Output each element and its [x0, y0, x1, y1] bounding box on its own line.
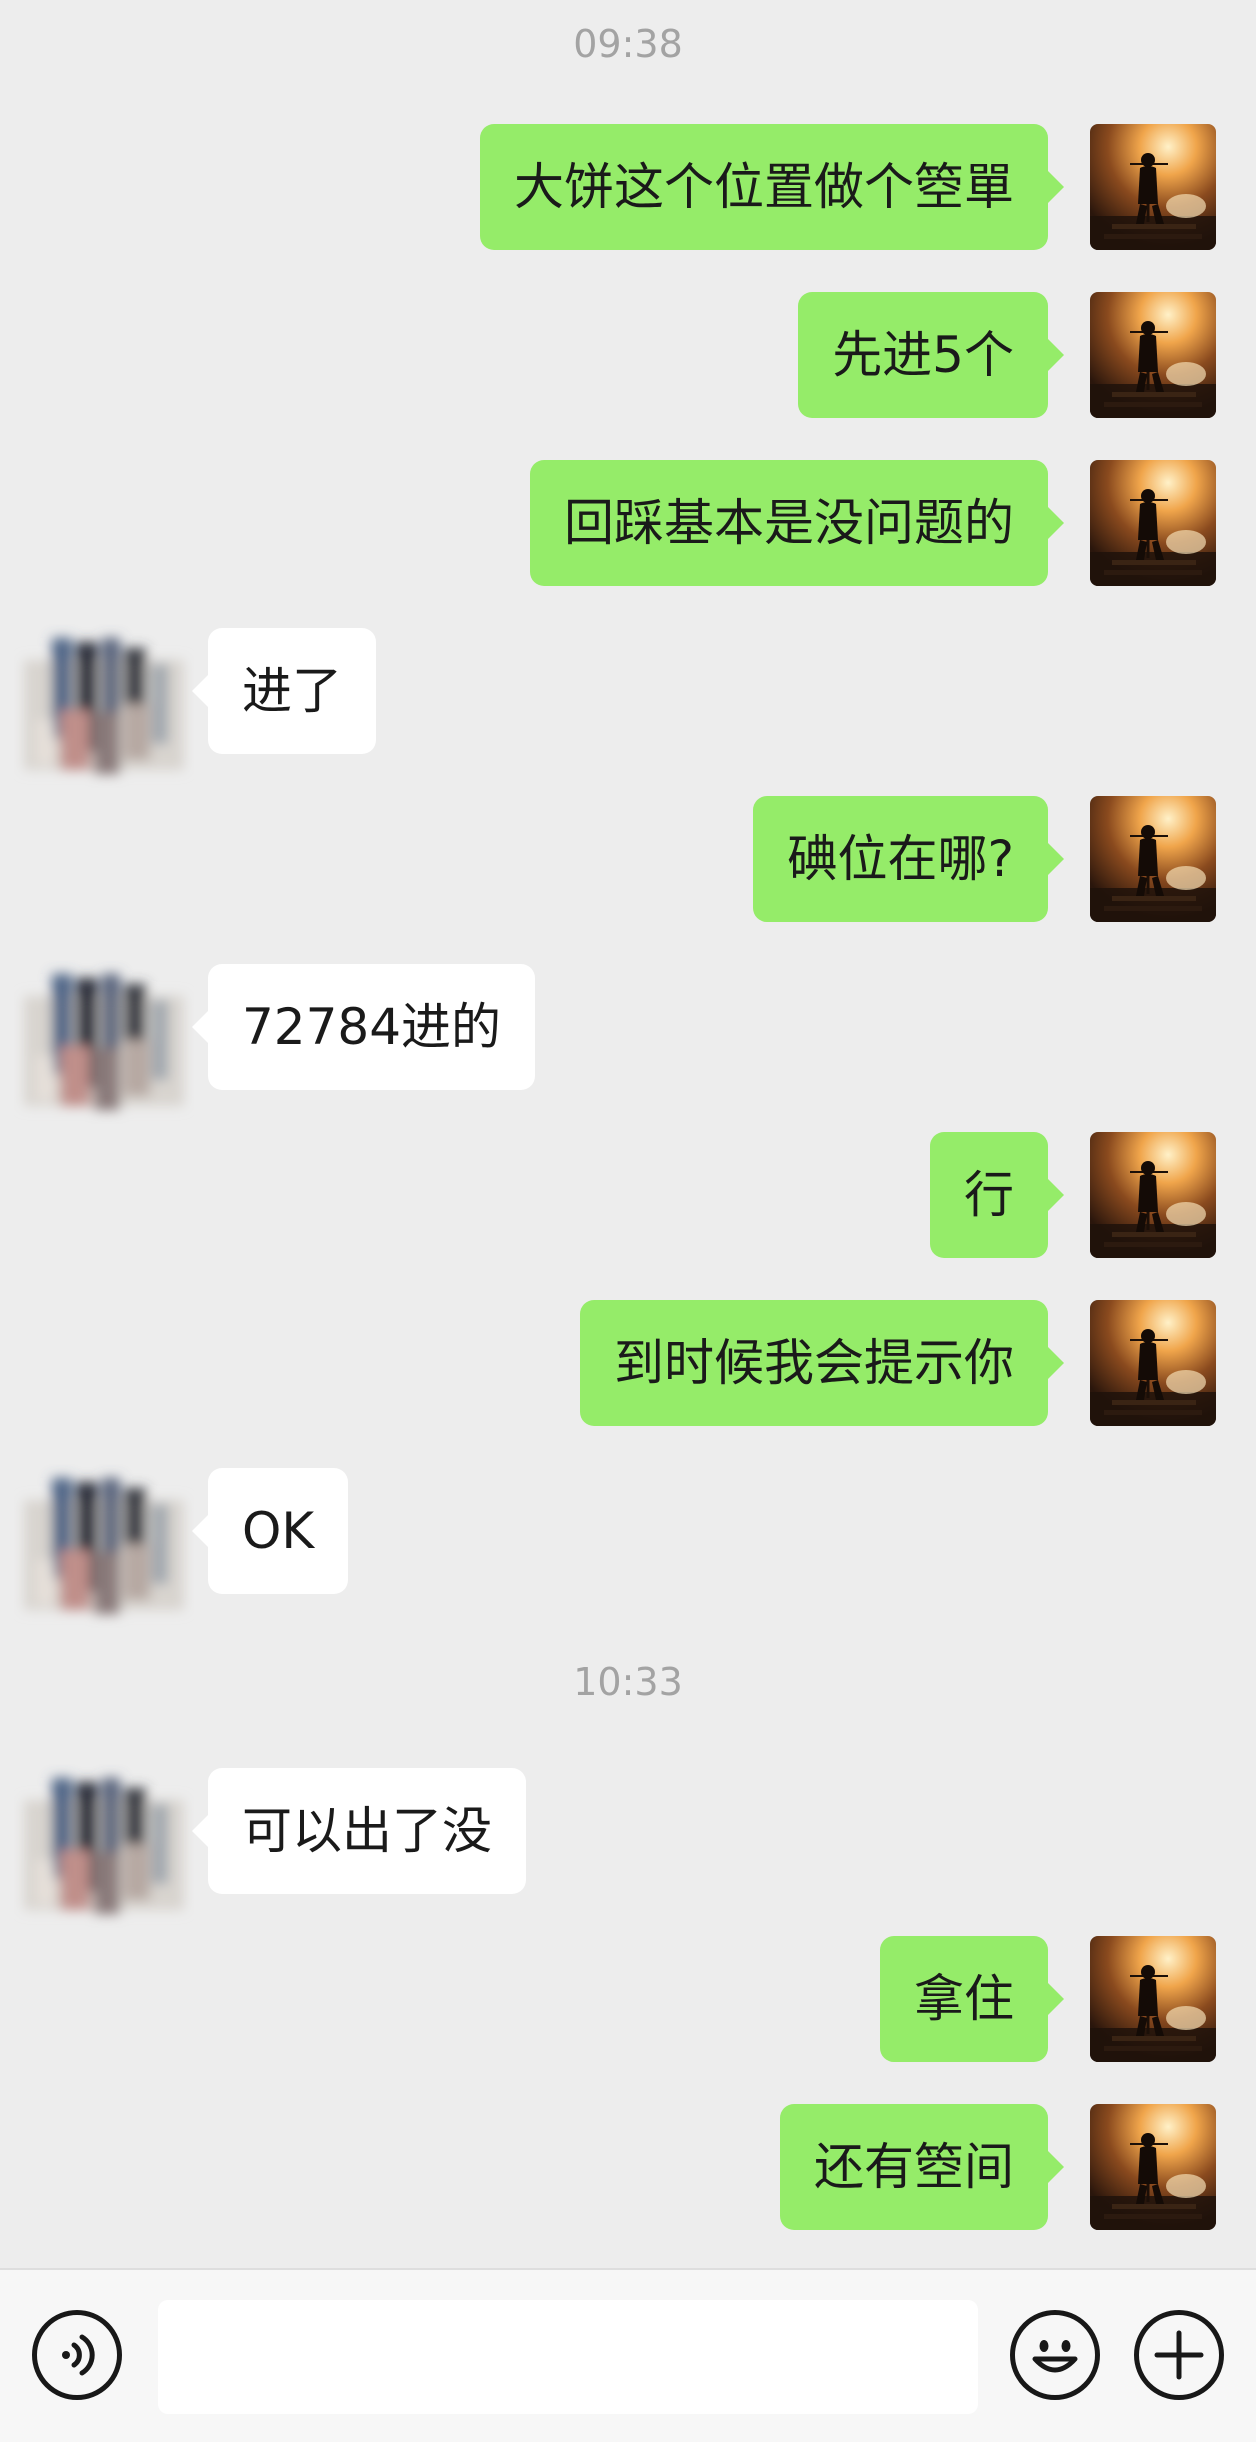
message-outgoing: 回踩基本是没问题的 — [0, 460, 1256, 586]
message-incoming: OK — [0, 1468, 1256, 1614]
timestamp: 09:38 — [573, 22, 683, 66]
plus-button[interactable] — [1134, 2310, 1224, 2400]
message-outgoing: 行 — [0, 1132, 1256, 1258]
emoji-button[interactable] — [1010, 2310, 1100, 2400]
message-bubble[interactable]: 行 — [930, 1132, 1064, 1258]
message-bubble[interactable]: 还有箜间 — [780, 2104, 1064, 2230]
message-bubble[interactable]: 大饼这个位置做个箜單 — [480, 124, 1064, 250]
message-bubble[interactable]: 拿住 — [880, 1936, 1064, 2062]
message-incoming: 进了 — [0, 628, 1256, 774]
my-avatar[interactable] — [1090, 1936, 1216, 2062]
message-incoming: 可以出了没 — [0, 1768, 1256, 1914]
message-bubble[interactable]: 到时候我会提示你 — [580, 1300, 1064, 1426]
message-outgoing: 到时候我会提示你 — [0, 1300, 1256, 1426]
message-bubble[interactable]: 可以出了没 — [192, 1768, 526, 1894]
chat-area: 09:38 大饼这个位置做个箜單 先进5个 回踩基本是没问题的 进了 碘位在哪?… — [0, 0, 1256, 2268]
message-outgoing: 还有箜间 — [0, 2104, 1256, 2230]
my-avatar[interactable] — [1090, 2104, 1216, 2230]
emoji-icon — [1032, 2340, 1078, 2373]
message-bubble[interactable]: 回踩基本是没问题的 — [530, 460, 1064, 586]
message-bubble[interactable]: 进了 — [192, 628, 376, 754]
my-avatar[interactable] — [1090, 796, 1216, 922]
my-avatar[interactable] — [1090, 460, 1216, 586]
my-avatar[interactable] — [1090, 1300, 1216, 1426]
voice-button[interactable] — [32, 2310, 122, 2400]
message-outgoing: 拿住 — [0, 1936, 1256, 2062]
my-avatar[interactable] — [1090, 124, 1216, 250]
message-outgoing: 大饼这个位置做个箜單 — [0, 124, 1256, 250]
contact-avatar[interactable] — [14, 960, 194, 1132]
message-incoming: 72784进的 — [0, 964, 1256, 1110]
message-input[interactable] — [158, 2300, 978, 2414]
message-bubble[interactable]: 72784进的 — [191, 964, 536, 1090]
input-bar — [0, 2268, 1256, 2442]
timestamp: 10:33 — [573, 1660, 683, 1704]
message-bubble[interactable]: 先进5个 — [798, 292, 1064, 418]
plus-icon — [1154, 2330, 1204, 2380]
voice-icon — [62, 2334, 95, 2376]
message-bubble[interactable]: OK — [191, 1468, 349, 1594]
message-outgoing: 先进5个 — [0, 292, 1256, 418]
message-bubble[interactable]: 碘位在哪? — [753, 796, 1064, 922]
contact-avatar[interactable] — [14, 1464, 194, 1636]
contact-avatar[interactable] — [14, 1764, 194, 1936]
my-avatar[interactable] — [1090, 292, 1216, 418]
message-outgoing: 碘位在哪? — [0, 796, 1256, 922]
my-avatar[interactable] — [1090, 1132, 1216, 1258]
contact-avatar[interactable] — [14, 624, 194, 796]
